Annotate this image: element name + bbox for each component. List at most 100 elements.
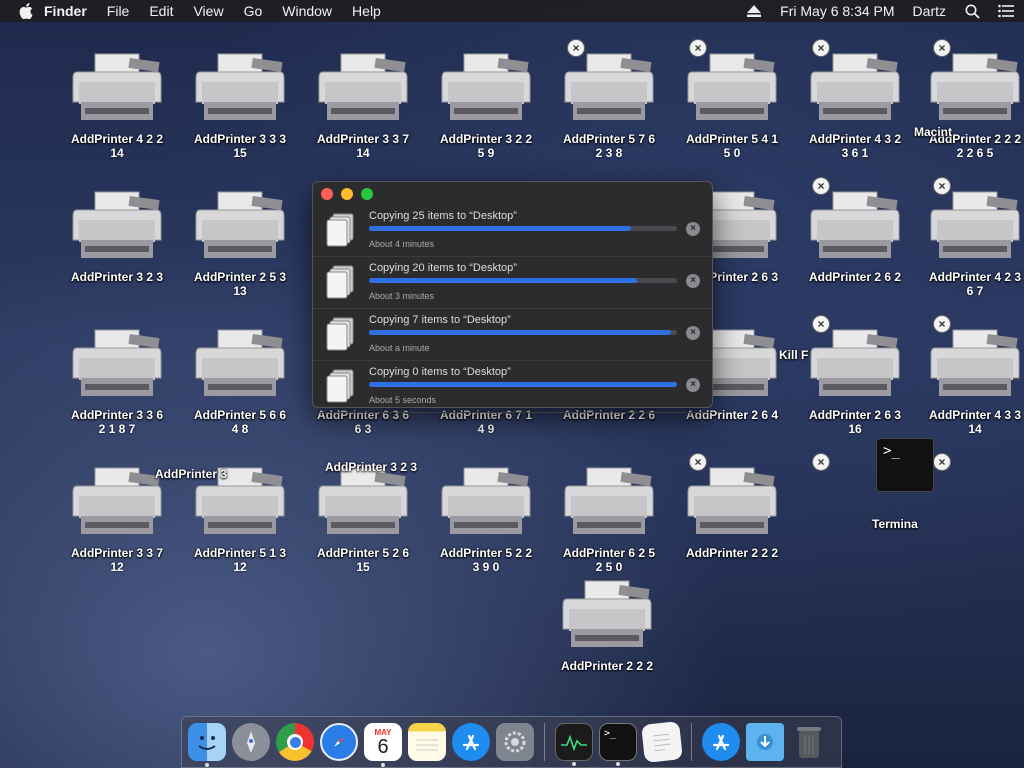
printer-icon: [194, 188, 286, 270]
desktop-printer-icon[interactable]: AddPrinter 4 2 36 7: [920, 188, 1024, 298]
desktop-printer-icon[interactable]: AddPrinter 3 2 3: [62, 188, 172, 284]
desktop-printer-icon[interactable]: AddPrinter 3 3 62 1 8 7: [62, 326, 172, 436]
close-badge-icon[interactable]: ×: [933, 453, 951, 471]
desktop-printer-icon[interactable]: AddPrinter 2 6 3 16: [800, 326, 910, 436]
cancel-copy-button[interactable]: ×: [686, 326, 700, 340]
desktop-printer-icon[interactable]: AddPrinter 2 2 2: [552, 577, 662, 673]
desktop-printer-icon[interactable]: AddPrinter 5 2 23 9 0: [431, 464, 541, 574]
minimize-window-button[interactable]: [341, 188, 353, 200]
chrome-icon[interactable]: [276, 723, 314, 761]
notes-icon[interactable]: [408, 723, 446, 761]
printer-icon: [563, 50, 655, 132]
close-badge-icon[interactable]: ×: [812, 453, 830, 471]
cancel-copy-button[interactable]: ×: [686, 378, 700, 392]
close-badge-icon[interactable]: ×: [933, 39, 951, 57]
menu-file[interactable]: File: [107, 3, 130, 19]
desktop-printer-icon[interactable]: AddPrinter 3 2 25 9: [431, 50, 541, 160]
zoom-window-button[interactable]: [361, 188, 373, 200]
desktop-printer-icon[interactable]: AddPrinter 4 3 23 6 1: [800, 50, 910, 160]
app-store-icon-2[interactable]: [702, 723, 740, 761]
close-badge-icon[interactable]: ×: [933, 315, 951, 333]
printer-icon: [686, 50, 778, 132]
copy-progress-fill: [369, 278, 637, 283]
close-badge-icon[interactable]: ×: [689, 39, 707, 57]
dock: MAY 6 >_: [181, 716, 842, 768]
finder-icon[interactable]: [188, 723, 226, 767]
terminal-icon[interactable]: >_: [599, 723, 637, 766]
desktop-icon-label: AddPrinter 3 2 3: [70, 270, 164, 284]
printer-icon: [440, 50, 532, 132]
menu-edit[interactable]: Edit: [149, 3, 173, 19]
printer-icon: [194, 50, 286, 132]
printer-icon: [71, 326, 163, 408]
close-badge-icon[interactable]: ×: [812, 39, 830, 57]
desktop-printer-icon[interactable]: AddPrinter 6 2 52 5 0: [554, 464, 664, 574]
terminal-thumbnail[interactable]: >_: [876, 438, 934, 492]
copy-task-eta: About 4 minutes: [369, 239, 435, 249]
desktop-printer-icon[interactable]: AddPrinter 4 2 2 14: [62, 50, 172, 160]
printer-icon: [561, 577, 653, 659]
desktop-printer-icon[interactable]: AddPrinter 5 4 15 0: [677, 50, 787, 160]
desktop-icon-sublabel: 14: [356, 146, 370, 160]
menu-go[interactable]: Go: [244, 3, 263, 19]
menu-clock[interactable]: Fri May 6 8:34 PM: [780, 3, 894, 19]
printer-icon: [317, 50, 409, 132]
desktop-printer-icon[interactable]: AddPrinter 5 6 64 8: [185, 326, 295, 436]
desktop-printer-icon[interactable]: AddPrinter 2 2 2: [677, 464, 787, 560]
cancel-copy-button[interactable]: ×: [686, 274, 700, 288]
desktop-icon-label: AddPrinter 2 6 3: [808, 408, 902, 422]
close-badge-icon[interactable]: ×: [812, 177, 830, 195]
printer-icon: [563, 464, 655, 546]
desktop-printer-icon[interactable]: AddPrinter 4 3 3 14: [920, 326, 1024, 436]
printer-icon: [194, 326, 286, 408]
trash-icon[interactable]: [790, 723, 828, 761]
downloads-folder-icon[interactable]: [746, 723, 784, 761]
cancel-copy-button[interactable]: ×: [686, 222, 700, 236]
desktop-printer-icon[interactable]: AddPrinter 2 5 3 13: [185, 188, 295, 298]
activity-monitor-icon[interactable]: [555, 723, 593, 766]
copy-task-row: Copying 7 items to “Desktop” About a minu…: [313, 308, 712, 361]
close-badge-icon[interactable]: ×: [933, 177, 951, 195]
printer-icon: [71, 50, 163, 132]
printer-icon: [317, 464, 409, 546]
desktop-icon-sublabel: 5 0: [723, 146, 741, 160]
close-window-button[interactable]: [321, 188, 333, 200]
calendar-icon[interactable]: MAY 6: [364, 723, 402, 767]
desktop-icon-label: AddPrinter 5 7 6: [562, 132, 656, 146]
desktop-icon-label: AddPrinter 3 2 2: [439, 132, 533, 146]
desktop-printer-icon[interactable]: AddPrinter 3 3 7 14: [308, 50, 418, 160]
copy-task-title: Copying 25 items to “Desktop”: [369, 210, 517, 222]
desktop-printer-icon[interactable]: AddPrinter 5 7 62 3 8: [554, 50, 664, 160]
menu-window[interactable]: Window: [282, 3, 332, 19]
desktop-printer-icon[interactable]: AddPrinter 2 6 2: [800, 188, 910, 284]
menu-app-finder[interactable]: Finder: [44, 3, 87, 19]
desktop-icon-label: AddPrinter 5 6 6: [193, 408, 287, 422]
desktop-printer-icon[interactable]: AddPrinter 3 3 3 15: [185, 50, 295, 160]
eject-icon[interactable]: [746, 3, 762, 19]
menu-view[interactable]: View: [193, 3, 223, 19]
notification-center-icon[interactable]: [998, 3, 1014, 19]
close-badge-icon[interactable]: ×: [689, 453, 707, 471]
system-preferences-icon[interactable]: [496, 723, 534, 761]
copy-task-eta: About a minute: [369, 343, 430, 353]
close-badge-icon[interactable]: ×: [812, 315, 830, 333]
desktop-icon-label: AddPrinter 3 3 7: [316, 132, 410, 146]
desktop-extra-label: AddPrinter 3 2 3: [325, 460, 418, 474]
desktop-icon-label: AddPrinter 4 3 2: [808, 132, 902, 146]
apple-menu-icon[interactable]: [18, 3, 34, 19]
close-badge-icon[interactable]: ×: [567, 39, 585, 57]
copy-task-eta: About 5 seconds: [369, 395, 437, 405]
menu-user[interactable]: Dartz: [913, 3, 946, 19]
safari-icon[interactable]: [320, 723, 358, 761]
menu-help[interactable]: Help: [352, 3, 381, 19]
spotlight-search-icon[interactable]: [964, 3, 980, 19]
launchpad-icon[interactable]: [232, 723, 270, 761]
desktop-icon-sublabel: 6 3: [354, 422, 372, 436]
desktop-icon-sublabel: 2 2 6 5: [956, 146, 994, 160]
desktop-icon-label: AddPrinter 5 1 3: [193, 546, 287, 560]
desktop-printer-icon[interactable]: AddPrinter 2 2 22 2 6 5: [920, 50, 1024, 160]
script-editor-icon[interactable]: [641, 721, 683, 763]
copy-progress-window[interactable]: Copying 25 items to “Desktop” About 4 min…: [312, 181, 713, 413]
app-store-icon[interactable]: [452, 723, 490, 761]
desktop-printer-icon[interactable]: AddPrinter 5 2 6 15: [308, 464, 418, 574]
